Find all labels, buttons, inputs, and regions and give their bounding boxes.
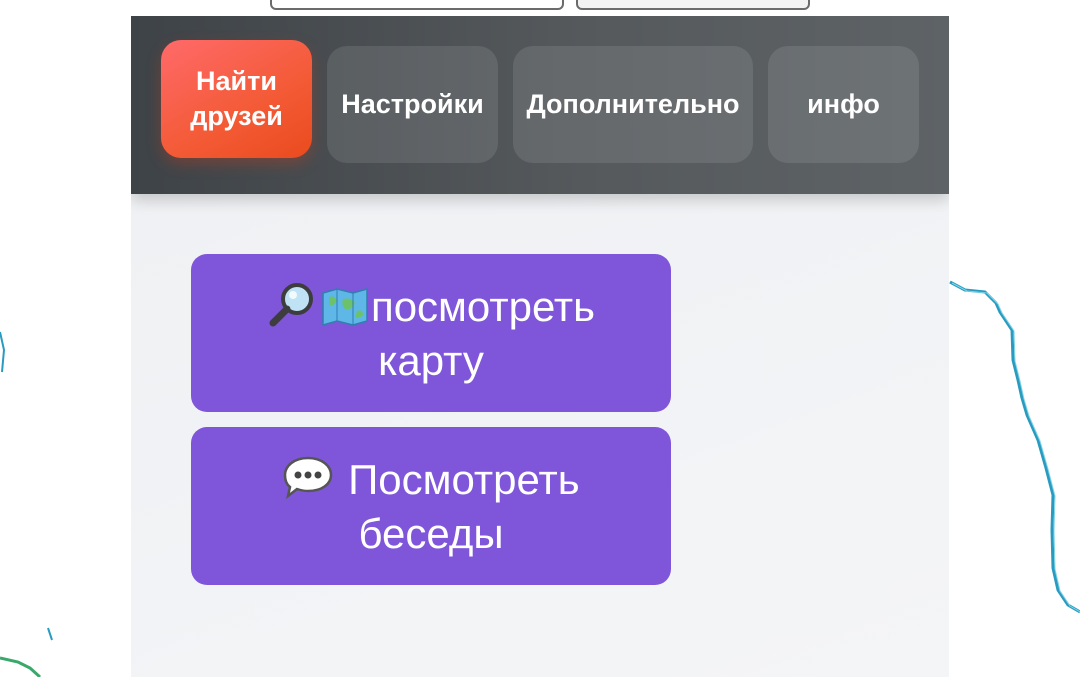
nav-more-button[interactable]: Дополнительно bbox=[513, 46, 753, 163]
screen: Найти друзей Настройки Дополнительно инф… bbox=[0, 0, 1080, 677]
nav-find-friends-label-line2: друзей bbox=[190, 101, 283, 131]
view-map-button[interactable]: посмотреть карту bbox=[191, 254, 671, 412]
nav-info-button[interactable]: инфо bbox=[768, 46, 919, 163]
magnifier-icon bbox=[267, 281, 319, 337]
main-panel: Найти друзей Настройки Дополнительно инф… bbox=[131, 16, 949, 677]
nav-settings-label: Настройки bbox=[341, 89, 484, 119]
view-chats-button[interactable]: Посмотреть беседы bbox=[191, 427, 671, 585]
nav-settings-button[interactable]: Настройки bbox=[327, 46, 498, 163]
nav-find-friends-label-line1: Найти bbox=[196, 66, 277, 96]
world-map-icon bbox=[321, 287, 369, 337]
top-toolbar-button-right[interactable] bbox=[576, 0, 810, 10]
nav-info-label: инфо bbox=[807, 89, 880, 119]
top-navigation-bar: Найти друзей Настройки Дополнительно инф… bbox=[131, 16, 949, 194]
view-map-label-line2: карту bbox=[378, 337, 484, 384]
nav-more-label: Дополнительно bbox=[526, 89, 740, 119]
view-chats-label-line2: беседы bbox=[358, 510, 504, 557]
view-chats-label-line1: Посмотреть bbox=[348, 456, 580, 503]
speech-bubble-icon bbox=[282, 454, 334, 510]
nav-find-friends-button[interactable]: Найти друзей bbox=[161, 40, 312, 158]
view-map-label-line1: посмотреть bbox=[370, 283, 596, 330]
top-toolbar-button-left[interactable] bbox=[270, 0, 564, 10]
